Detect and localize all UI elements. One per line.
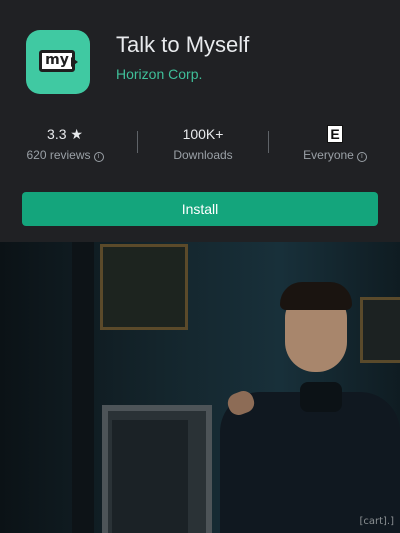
app-icon-text: my [45,52,69,68]
downloads-stat: 100K+ Downloads [148,124,258,162]
divider [268,131,269,153]
window-pane [112,420,188,533]
meme-image: [cart].] [0,242,400,533]
info-icon[interactable]: i [356,152,367,162]
esrb-everyone-icon: E [327,125,343,143]
person-collar [300,382,342,412]
review-count: 620 reviews [26,148,91,162]
downloads-label: Downloads [173,148,233,162]
person-hair [280,282,352,310]
door-frame [72,242,94,533]
painting-frame [360,297,400,363]
app-icon: my [26,30,90,94]
downloads-value: 100K+ [182,126,224,142]
star-icon: ★ [70,126,83,142]
content-rating-stat[interactable]: E Everyone i [280,124,390,162]
developer-link[interactable]: Horizon Corp. [116,66,202,82]
app-title: Talk to Myself [116,32,250,57]
painting-frame [100,244,188,330]
watermark: [cart].] [359,516,394,527]
rating-stat[interactable]: 3.3 ★ 620 reviews i [10,124,120,162]
info-icon[interactable]: i [93,152,104,162]
divider [137,131,138,153]
rating-value: 3.3 [47,126,67,142]
content-rating-label: Everyone [303,148,354,162]
speech-bubble-tail [71,57,78,67]
app-listing: my Talk to Myself Horizon Corp. 3.3 ★ 62… [0,0,400,242]
install-button[interactable]: Install [22,192,378,226]
person-body [220,392,400,533]
speech-bubble-icon: my [39,50,75,72]
